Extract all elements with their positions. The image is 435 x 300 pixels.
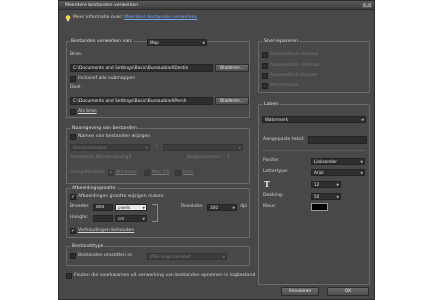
- resolution-unit: dpi: [240, 204, 248, 209]
- plus-label: +: [155, 144, 159, 149]
- constrain-proportions-checkbox[interactable]: ✓: [70, 228, 76, 234]
- dest-path-input[interactable]: C:\Documents and Settings\Basic\Bureaubl…: [70, 97, 213, 105]
- compat-mac-label: Mac OS: [152, 170, 170, 175]
- files-group: Bestanden verwerken van: Map ▼ Bron: C:\D…: [66, 39, 250, 118]
- position-label: Positie:: [263, 158, 280, 163]
- rename-files-label: Namen van bestanden wijzigen: [78, 134, 151, 139]
- auto-contrast-label: Automatisch contrast: [270, 63, 320, 68]
- quick-fix-group-title: Snel repareren: [263, 39, 299, 44]
- color-label: Kleur:: [263, 204, 277, 209]
- files-group-title: Bestanden verwerken van:: [70, 39, 134, 44]
- auto-levels-label: Automatisch niveaus: [270, 52, 319, 57]
- ok-button[interactable]: OK: [327, 287, 369, 296]
- convert-files-label: Bestanden omzetten in:: [78, 253, 134, 258]
- width-input[interactable]: 800: [93, 204, 113, 211]
- auto-levels-checkbox[interactable]: [262, 52, 268, 58]
- convert-files-checkbox[interactable]: [70, 253, 76, 259]
- resize-images-checkbox[interactable]: ✓: [70, 194, 76, 200]
- resolution-label: Resolutie:: [181, 204, 204, 209]
- text-size-icon: T: [264, 179, 270, 189]
- include-subfolders-label: Inclusief alle submappen: [78, 76, 136, 81]
- color-swatch[interactable]: [311, 203, 328, 211]
- position-select[interactable]: Linksonder ▼: [311, 158, 365, 165]
- constrain-link-icon: [152, 204, 158, 222]
- image-size-group: Afbeeldingsgrootte ✓ Afbeeldingen groott…: [66, 186, 250, 238]
- sharpen-label: Verscherpen: [270, 83, 299, 88]
- opacity-label: Dekking:: [263, 193, 284, 198]
- height-label: Hoogte:: [70, 215, 89, 220]
- font-size-select[interactable]: 12 ▼: [311, 181, 341, 188]
- naming-group: Naamgeving van bestanden Namen van besta…: [66, 126, 250, 184]
- font-label: Lettertype:: [263, 169, 289, 174]
- labels-group: Labels Watermerk ▼ Aangepaste tekst: Posi…: [258, 102, 370, 285]
- custom-text-input[interactable]: [308, 136, 367, 144]
- height-unit-select[interactable]: cm ▼: [115, 215, 147, 222]
- same-as-source-label: Als bron: [78, 109, 97, 114]
- resize-images-label: Afbeeldingen grootte wijzigen maken: [78, 194, 164, 199]
- start-number-input[interactable]: 1: [227, 155, 230, 161]
- file-type-group-title: Bestandstype: [71, 244, 105, 249]
- compat-windows-checkbox[interactable]: ✓: [108, 170, 114, 176]
- help-link[interactable]: Meerdere bestanden verwerken: [124, 15, 197, 20]
- naming-suffix-select[interactable]: ▼: [163, 144, 243, 151]
- dest-browse-button[interactable]: Bladeren...: [215, 97, 249, 105]
- sharpen-checkbox[interactable]: [262, 83, 268, 89]
- auto-color-checkbox[interactable]: [262, 73, 268, 79]
- lightbulb-icon: [65, 15, 71, 22]
- log-errors-label: Fouten die voorkwamen uit verwerking van…: [74, 273, 256, 278]
- close-button[interactable]: ×: [362, 2, 372, 8]
- rename-files-checkbox[interactable]: [70, 134, 76, 140]
- compat-unix-checkbox[interactable]: [175, 170, 181, 176]
- constrain-proportions-label: Verhoudingen behouden: [78, 228, 135, 233]
- width-label: Breedte:: [70, 204, 90, 209]
- compat-windows-label: Windows: [116, 170, 137, 175]
- image-size-group-title: Afbeeldingsgrootte: [71, 186, 117, 191]
- auto-contrast-checkbox[interactable]: [262, 63, 268, 69]
- log-errors-checkbox[interactable]: [66, 273, 72, 279]
- include-subfolders-checkbox[interactable]: [70, 76, 76, 82]
- window-title: Meerdere bestanden verwerken: [65, 3, 139, 8]
- compat-mac-checkbox[interactable]: [144, 170, 150, 176]
- auto-color-label: Automatisch kleuren: [270, 73, 318, 78]
- source-path-input[interactable]: C:\Documents and Settings\Basic\Bureaubl…: [70, 64, 213, 72]
- source-type-select[interactable]: Map ▼: [147, 39, 207, 46]
- label-type-select[interactable]: Watermerk ▼: [262, 116, 366, 123]
- source-browse-button[interactable]: Bladeren...: [215, 64, 249, 72]
- font-select[interactable]: Arial ▼: [311, 169, 365, 176]
- batch-process-dialog: Meerdere bestanden verwerken × Meer info…: [58, 0, 375, 300]
- file-type-group: Bestandstype Bestanden omzetten in: JPEG…: [66, 244, 250, 266]
- opacity-select[interactable]: 50 ▼: [311, 193, 341, 200]
- width-unit-select[interactable]: pixels ▼: [115, 204, 147, 211]
- resolution-select[interactable]: 300 ▼: [207, 204, 237, 211]
- title-bar: Meerdere bestanden verwerken ×: [59, 1, 374, 10]
- cancel-button[interactable]: Annuleren: [281, 287, 319, 296]
- info-text: Meer informatie over: Meerdere bestanden…: [73, 15, 198, 20]
- naming-pattern-select[interactable]: Documentnaam ▼: [70, 144, 150, 151]
- dest-label: Doel:: [70, 85, 82, 90]
- labels-divider: [262, 150, 366, 151]
- compat-unix-label: Unix: [183, 170, 194, 175]
- compatibility-label: Compatibiliteit:: [70, 170, 106, 175]
- naming-example: Voorbeeld: Mijnbestand.gif: [70, 155, 132, 160]
- file-format-select[interactable]: JPEG Hoge kwaliteit ▼: [147, 253, 227, 260]
- custom-text-label: Aangepaste tekst:: [263, 137, 305, 142]
- same-as-source-checkbox[interactable]: [70, 109, 76, 115]
- height-input[interactable]: [93, 215, 113, 222]
- labels-group-title: Labels: [263, 102, 280, 107]
- naming-group-title: Naamgeving van bestanden: [71, 126, 138, 131]
- start-number-label: Beginnummer:: [187, 155, 222, 160]
- source-label: Bron:: [70, 52, 83, 57]
- quick-fix-group: Snel repareren Automatisch niveaus Autom…: [258, 39, 370, 93]
